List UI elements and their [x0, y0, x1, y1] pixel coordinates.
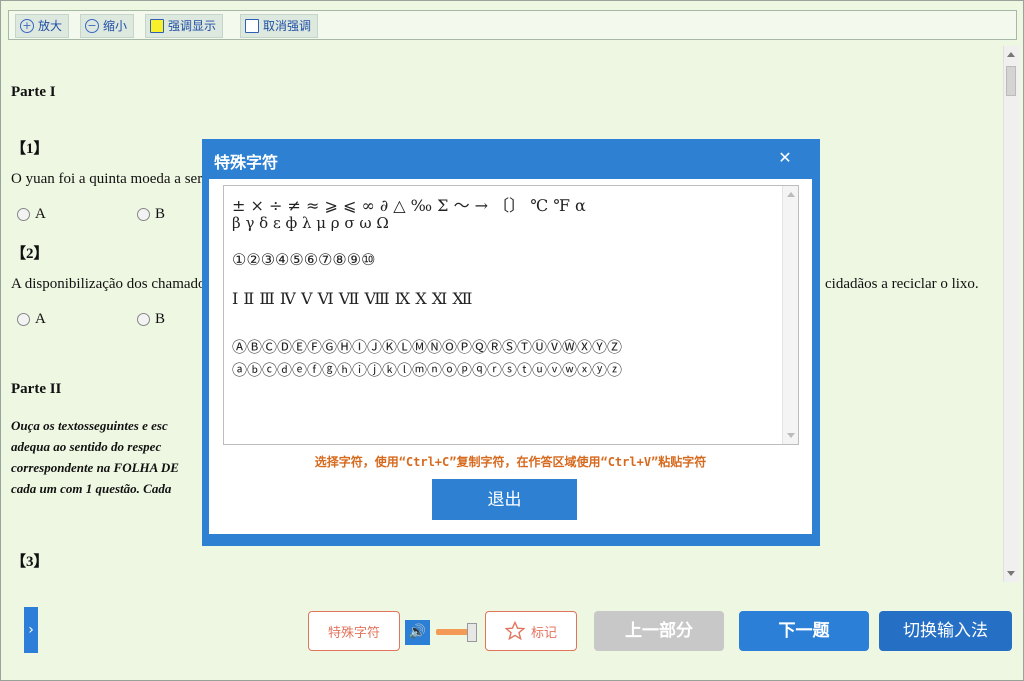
- q2-option-b-label: B: [155, 311, 166, 327]
- highlight-icon: [150, 19, 164, 33]
- special-chars-label: 特殊字符: [327, 624, 380, 640]
- character-list-scrollbar[interactable]: [782, 186, 798, 444]
- question-2-text: A disponibilização dos chamado: [11, 276, 206, 292]
- highlight-label: 强调显示: [168, 19, 217, 33]
- volume-slider-handle[interactable]: [467, 623, 477, 642]
- zoom-out-button[interactable]: − 缩小: [80, 14, 135, 38]
- special-chars-dialog: 特殊字符 ✕ ± × ÷ ≠ ≈ ⩾ ⩽ ∞ ∂ △ ‰ Σ ～ → 〔〕 ℃ …: [202, 139, 820, 546]
- greek-letters-row[interactable]: β γ δ ε ф λ μ ρ σ ω Ω: [232, 214, 389, 232]
- scroll-thumb[interactable]: [1006, 66, 1016, 96]
- instructions-line-1: Ouça os textosseguintes e esc: [11, 418, 168, 433]
- special-chars-button[interactable]: 特殊字符: [308, 611, 400, 651]
- zoom-in-button[interactable]: + 放大: [15, 14, 70, 38]
- minus-circle-icon: −: [85, 19, 99, 33]
- part1-title: Parte I: [11, 84, 56, 100]
- instructions-line-2: adequa ao sentido do respec: [11, 439, 162, 454]
- prev-section-button[interactable]: 上一部分: [594, 611, 724, 651]
- q2-option-b[interactable]: B: [137, 311, 165, 328]
- question-2-text-end: cidadãos a reciclar o lixo.: [825, 276, 979, 292]
- next-question-button[interactable]: 下一题: [739, 611, 869, 651]
- circled-lowercase-row[interactable]: ⓐⓑⓒⓓⓔⓕⓖⓗⓘⓙⓚⓛⓜⓝⓞⓟⓠⓡⓢⓣⓤⓥⓦⓧⓨⓩ: [232, 359, 622, 380]
- plus-circle-icon: +: [20, 19, 34, 33]
- scroll-up-icon[interactable]: [1007, 52, 1015, 57]
- unhighlight-label: 取消强调: [263, 19, 312, 33]
- scroll-down-icon[interactable]: [787, 433, 795, 438]
- mark-button[interactable]: 标记: [485, 611, 577, 651]
- question-1-text: O yuan foi a quinta moeda a ser: [11, 171, 203, 187]
- question-2-label: 【2】: [11, 246, 49, 262]
- switch-ime-button[interactable]: 切换输入法: [879, 611, 1012, 651]
- close-icon[interactable]: ✕: [774, 147, 796, 169]
- q1-option-b[interactable]: B: [137, 206, 165, 223]
- zoom-out-label: 缩小: [103, 19, 128, 33]
- star-icon: [504, 621, 525, 641]
- scroll-up-icon[interactable]: [787, 192, 795, 197]
- content-scrollbar[interactable]: [1003, 46, 1019, 582]
- instructions-line-3: correspondente na FOLHA DE: [11, 460, 179, 475]
- math-symbols-row[interactable]: ± × ÷ ≠ ≈ ⩾ ⩽ ∞ ∂ △ ‰ Σ ～ → 〔〕 ℃ ℉ α: [232, 192, 586, 216]
- q1-option-a-label: A: [35, 206, 46, 222]
- instructions-line-4: cada um com 1 questão. Cada: [11, 481, 172, 496]
- scroll-down-icon[interactable]: [1007, 571, 1015, 576]
- part2-title: Parte II: [11, 381, 62, 397]
- roman-numerals-row[interactable]: Ⅰ Ⅱ Ⅲ Ⅳ Ⅴ Ⅵ Ⅶ Ⅷ Ⅸ Ⅹ Ⅺ Ⅻ: [232, 289, 472, 308]
- circled-numbers-row[interactable]: ①②③④⑤⑥⑦⑧⑨⑩: [232, 250, 375, 269]
- circled-uppercase-row[interactable]: ⒶⒷⒸⒹⒺⒻⒼⒽⒾⒿⓀⓁⓂⓃⓄⓅⓆⓇⓈⓉⓊⓋⓌⓍⓎⓏ: [232, 336, 622, 357]
- q1-option-a[interactable]: A: [17, 206, 46, 223]
- toolbar: + 放大 − 缩小 强调显示 取消强调: [8, 10, 1017, 40]
- q2-option-a[interactable]: A: [17, 311, 46, 328]
- radio-icon: [17, 208, 30, 222]
- unhighlight-icon: [245, 19, 259, 33]
- copy-paste-hint: 选择字符，使用“Ctrl+C”复制字符，在作答区域使用“Ctrl+V”粘贴字符: [314, 455, 707, 469]
- radio-icon: [137, 208, 150, 222]
- side-expand-tab[interactable]: ›: [24, 607, 38, 653]
- zoom-in-label: 放大: [38, 19, 63, 33]
- question-3-label: 【3】: [11, 554, 49, 570]
- character-list[interactable]: ± × ÷ ≠ ≈ ⩾ ⩽ ∞ ∂ △ ‰ Σ ～ → 〔〕 ℃ ℉ α β γ…: [223, 185, 799, 445]
- unhighlight-button[interactable]: 取消强调: [240, 14, 319, 38]
- question-1-label: 【1】: [11, 141, 49, 157]
- radio-icon: [137, 313, 150, 327]
- q2-option-a-label: A: [35, 311, 46, 327]
- highlight-button[interactable]: 强调显示: [145, 14, 224, 38]
- mark-label: 标记: [530, 624, 557, 640]
- q1-option-b-label: B: [155, 206, 166, 222]
- dialog-body: ± × ÷ ≠ ≈ ⩾ ⩽ ∞ ∂ △ ‰ Σ ～ → 〔〕 ℃ ℉ α β γ…: [209, 179, 812, 534]
- dialog-title: 特殊字符: [214, 155, 279, 172]
- speaker-icon[interactable]: 🔊: [405, 620, 430, 645]
- exit-button[interactable]: 退出: [432, 479, 577, 520]
- radio-icon: [17, 313, 30, 327]
